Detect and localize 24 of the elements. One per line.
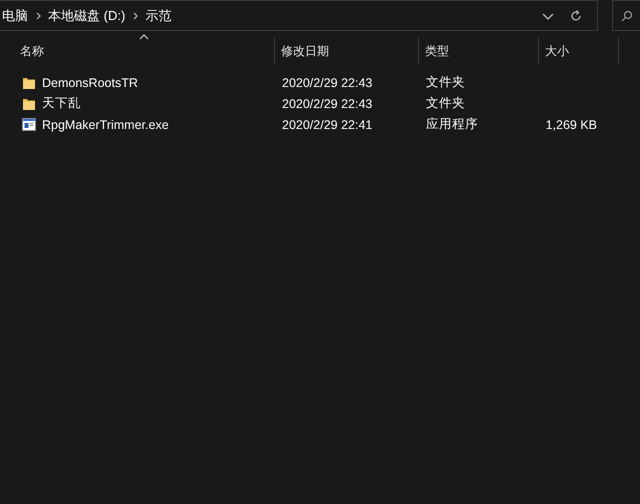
column-header[interactable]: 名称 bbox=[0, 38, 275, 64]
file-size: 1,269 KB bbox=[546, 118, 597, 132]
breadcrumb[interactable]: 本地磁盘 (D:) bbox=[48, 6, 126, 24]
modified-date: 2020/2/29 22:41 bbox=[282, 118, 372, 132]
file-type: 应用程序 bbox=[426, 116, 478, 133]
folder-icon bbox=[22, 96, 36, 110]
file-type: 文件夹 bbox=[426, 95, 465, 112]
search-field[interactable] bbox=[612, 0, 640, 31]
search-icon bbox=[621, 10, 633, 22]
refresh-icon[interactable] bbox=[569, 8, 583, 22]
file-name[interactable]: DemonsRootsTR bbox=[42, 76, 138, 90]
column-header[interactable]: 大小 bbox=[539, 38, 619, 64]
address-bar[interactable]: 电脑 本地磁盘 (D:) 示范 bbox=[0, 0, 598, 31]
breadcrumb[interactable]: 电脑 bbox=[2, 6, 28, 24]
file-type: 文件夹 bbox=[426, 74, 465, 91]
file-name[interactable]: RpgMakerTrimmer.exe bbox=[42, 118, 169, 132]
file-name[interactable]: 天下乱 bbox=[42, 95, 81, 112]
breadcrumb[interactable]: 示范 bbox=[145, 6, 172, 24]
modified-date: 2020/2/29 22:43 bbox=[282, 76, 372, 90]
application-icon bbox=[22, 118, 36, 131]
column-header[interactable]: 类型 bbox=[419, 38, 539, 64]
column-header[interactable]: 修改日期 bbox=[275, 38, 419, 64]
modified-date: 2020/2/29 22:43 bbox=[282, 96, 372, 110]
folder-icon bbox=[22, 76, 36, 90]
